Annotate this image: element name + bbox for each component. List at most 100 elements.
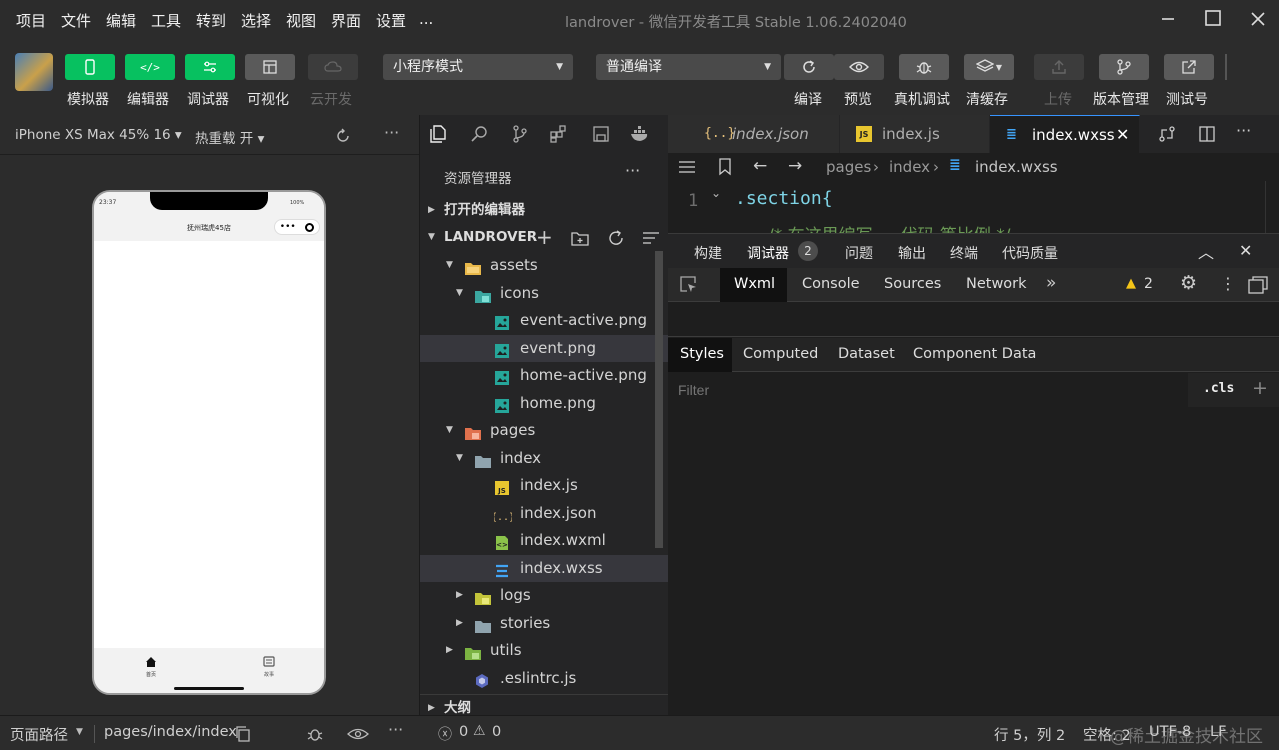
source-control-icon[interactable] xyxy=(511,125,529,143)
tree-item[interactable]: home.png xyxy=(420,390,669,417)
tree-item[interactable]: .eslintrc.js xyxy=(420,665,669,692)
tab-output[interactable]: 输出 xyxy=(898,243,926,263)
back-icon[interactable]: ← xyxy=(753,156,767,176)
new-folder-icon[interactable] xyxy=(571,230,589,246)
debugger-button[interactable] xyxy=(185,54,235,80)
capsule-button[interactable]: ••• xyxy=(274,219,320,235)
kebab-menu-icon[interactable]: ⋮ xyxy=(1220,274,1236,293)
tree-item[interactable]: home-active.png xyxy=(420,362,669,389)
cloud-button[interactable] xyxy=(308,54,358,80)
menu-select[interactable]: 选择 xyxy=(241,10,271,31)
tree-item[interactable]: ▼ icons xyxy=(420,280,669,307)
warning-count[interactable]: 2 xyxy=(1144,276,1153,292)
menu-project[interactable]: 项目 xyxy=(16,10,46,31)
simulator-button[interactable] xyxy=(65,54,115,80)
tree-item[interactable]: index.wxss xyxy=(420,554,669,582)
tab-build[interactable]: 构建 xyxy=(694,243,722,263)
more-icon[interactable]: ··· xyxy=(384,123,399,142)
device-select[interactable]: iPhone XS Max 45% 16 ▾ xyxy=(15,127,182,143)
compile-mode-select[interactable]: 普通编译 ▼ xyxy=(596,54,781,80)
project-section[interactable]: ▼ LANDROVER + xyxy=(420,224,669,251)
breadcrumb-item[interactable]: index.wxss xyxy=(975,158,1058,176)
code-area[interactable]: ⌄ 1 .section{ /* 在这里编写 … 代码 等比例 */ xyxy=(668,181,1279,233)
avatar[interactable] xyxy=(15,53,53,91)
tab-component-data[interactable]: Component Data xyxy=(913,346,1036,362)
chevron-up-icon[interactable]: ︿ xyxy=(1198,239,1214,263)
tree-item[interactable]: ▶ logs xyxy=(420,582,669,609)
compile-button[interactable] xyxy=(784,54,834,80)
menu-settings[interactable]: 设置 xyxy=(376,10,406,31)
menu-interface[interactable]: 界面 xyxy=(331,10,361,31)
rotate-icon[interactable] xyxy=(334,127,352,145)
tree-item[interactable]: ▼ assets xyxy=(420,252,669,279)
breadcrumb-item[interactable]: index xyxy=(889,158,930,176)
menu-more[interactable]: ... xyxy=(419,10,433,28)
tab-console[interactable]: Console xyxy=(802,276,860,292)
menu-tools[interactable]: 工具 xyxy=(151,10,181,31)
cls-toggle[interactable]: .cls xyxy=(1203,381,1234,396)
tree-item[interactable]: ▶ utils xyxy=(420,637,669,664)
open-editors-section[interactable]: ▶ 打开的编辑器 xyxy=(420,197,669,224)
tab-styles[interactable]: Styles xyxy=(680,346,724,362)
preview-button[interactable] xyxy=(834,54,884,80)
maximize-icon[interactable] xyxy=(1199,6,1227,34)
tab-wxml[interactable]: Wxml xyxy=(734,276,775,292)
test-account-button[interactable] xyxy=(1164,54,1214,80)
menu-view[interactable]: 视图 xyxy=(286,10,316,31)
scrollbar[interactable] xyxy=(655,251,663,548)
real-debug-button[interactable] xyxy=(899,54,949,80)
bookmark-icon[interactable] xyxy=(718,158,732,176)
tab-story[interactable]: 故事 xyxy=(254,652,284,678)
inspect-icon[interactable] xyxy=(680,276,698,294)
tab-computed[interactable]: Computed xyxy=(743,346,818,362)
version-button[interactable] xyxy=(1099,54,1149,80)
files-icon[interactable] xyxy=(430,125,448,143)
upload-button[interactable] xyxy=(1034,54,1084,80)
tree-item[interactable]: {..} index.json xyxy=(420,500,669,527)
tab-terminal[interactable]: 终端 xyxy=(950,243,978,263)
collapse-all-icon[interactable] xyxy=(642,230,660,246)
refresh-icon[interactable] xyxy=(607,229,625,247)
split-editor-icon[interactable] xyxy=(1198,125,1216,143)
bug-icon[interactable] xyxy=(305,725,325,743)
caret-down-icon[interactable]: ▼ xyxy=(76,727,83,737)
breadcrumb-item[interactable]: pages xyxy=(826,158,871,176)
search-icon[interactable] xyxy=(471,125,489,143)
tree-item[interactable]: JS index.js xyxy=(420,472,669,499)
more-icon[interactable]: ··· xyxy=(388,720,403,739)
save-icon[interactable] xyxy=(592,125,610,143)
tab-sources[interactable]: Sources xyxy=(884,276,941,292)
tab-dataset[interactable]: Dataset xyxy=(838,346,895,362)
tab-home[interactable]: 首页 xyxy=(136,652,166,678)
dock-icon[interactable] xyxy=(1248,276,1268,294)
warning-count[interactable]: 0 xyxy=(492,724,501,740)
close-panel-icon[interactable]: ✕ xyxy=(1239,241,1252,260)
new-file-icon[interactable]: + xyxy=(536,224,553,251)
menu-file[interactable]: 文件 xyxy=(61,10,91,31)
clear-cache-button[interactable]: ▼ xyxy=(964,54,1014,80)
visual-button[interactable] xyxy=(245,54,295,80)
hot-reload-toggle[interactable]: 热重载 开 ▾ xyxy=(195,127,264,147)
docker-icon[interactable] xyxy=(630,125,650,143)
editor-button[interactable]: </> xyxy=(125,54,175,80)
tree-item[interactable]: ▼ pages xyxy=(420,417,669,444)
tab-debugger[interactable]: 调试器 xyxy=(747,243,789,270)
tree-item[interactable]: ▶ stories xyxy=(420,610,669,637)
forward-icon[interactable]: → xyxy=(788,156,802,176)
more-tabs-icon[interactable]: » xyxy=(1046,273,1056,293)
extensions-icon[interactable] xyxy=(550,125,568,143)
minimize-icon[interactable] xyxy=(1154,6,1182,34)
tab-index-json[interactable]: {..} index.json xyxy=(668,115,840,153)
tree-item[interactable]: <> index.wxml xyxy=(420,527,669,554)
tab-problems[interactable]: 问题 xyxy=(845,243,873,263)
menu-goto[interactable]: 转到 xyxy=(196,10,226,31)
copy-icon[interactable] xyxy=(235,726,251,742)
tree-item[interactable]: event-active.png xyxy=(420,307,669,334)
fold-icon[interactable]: ⌄ xyxy=(711,186,721,200)
menu-edit[interactable]: 编辑 xyxy=(106,10,136,31)
page-path-label[interactable]: 页面路径 xyxy=(10,724,68,745)
tab-index-js[interactable]: JS index.js xyxy=(840,115,990,153)
more-icon[interactable]: ··· xyxy=(625,161,640,180)
more-icon[interactable]: ··· xyxy=(1236,121,1251,140)
list-icon[interactable] xyxy=(678,159,696,175)
